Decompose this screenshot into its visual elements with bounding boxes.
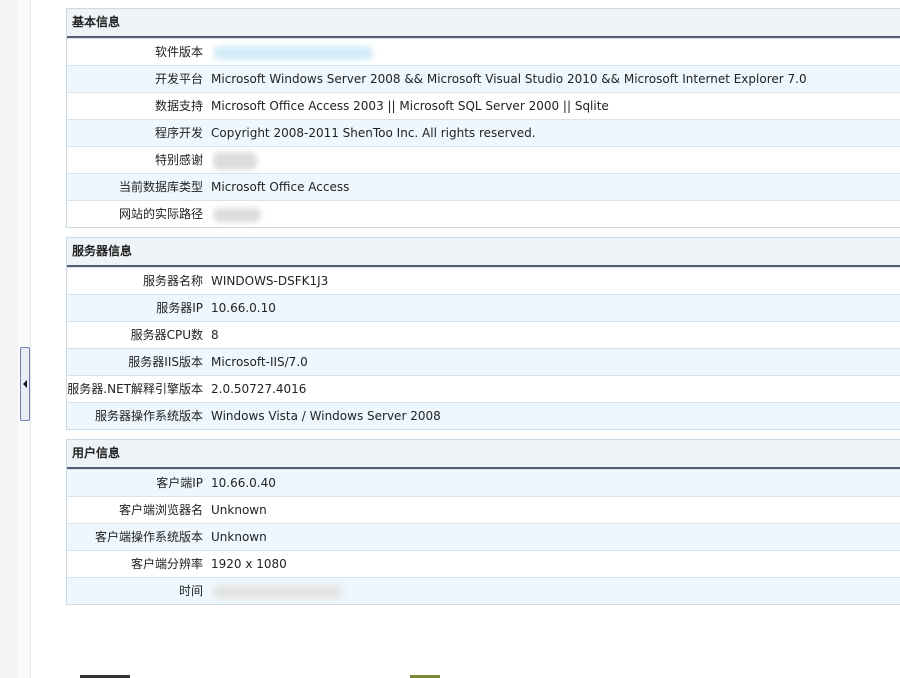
- row-label: 服务器CPU数: [130, 328, 203, 342]
- row-value: 10.66.0.40: [211, 476, 276, 490]
- section-title: 基本信息: [67, 9, 900, 38]
- table-row: 特别感谢: [67, 146, 900, 173]
- row-value: [211, 201, 900, 227]
- table-row: 服务器IP 10.66.0.10: [67, 294, 900, 321]
- section-title: 服务器信息: [67, 238, 900, 267]
- table-row: 网站的实际路径: [67, 200, 900, 227]
- row-value: 8: [211, 328, 219, 342]
- sidebar-collapse-handle[interactable]: [20, 347, 30, 421]
- row-label: 服务器名称: [142, 274, 203, 288]
- row-label: 软件版本: [154, 45, 203, 59]
- table-row: 客户端IP 10.66.0.40: [67, 469, 900, 496]
- table-row: 服务器IIS版本 Microsoft-IIS/7.0: [67, 348, 900, 375]
- row-value: Unknown: [211, 503, 267, 517]
- row-label: 服务器IP: [156, 301, 203, 315]
- info-content: 基本信息 软件版本 开发平台 Microsoft Windows Server …: [66, 8, 900, 614]
- table-row: 数据支持 Microsoft Office Access 2003 || Mic…: [67, 92, 900, 119]
- table-row: 程序开发 Copyright 2008-2011 ShenToo Inc. Al…: [67, 119, 900, 146]
- section-user-info: 用户信息 客户端IP 10.66.0.40 客户端浏览器名 Unknown 客户…: [66, 439, 900, 605]
- section-title: 用户信息: [67, 440, 900, 469]
- redacted-blur: [213, 584, 343, 599]
- table-row: 服务器.NET解释引擎版本 2.0.50727.4016: [67, 375, 900, 402]
- left-panel-strip: [0, 0, 19, 678]
- row-value: Copyright 2008-2011 ShenToo Inc. All rig…: [211, 126, 536, 140]
- row-value: Microsoft Office Access 2003 || Microsof…: [211, 99, 609, 113]
- row-value: Microsoft Office Access: [211, 180, 350, 194]
- row-label: 服务器操作系统版本: [94, 409, 203, 423]
- section-server-info: 服务器信息 服务器名称 WINDOWS-DSFK1J3 服务器IP 10.66.…: [66, 237, 900, 430]
- row-value: [211, 147, 900, 173]
- redacted-blur: [213, 207, 261, 222]
- row-value: Unknown: [211, 530, 267, 544]
- chevron-left-icon: [23, 380, 27, 388]
- row-value: Windows Vista / Windows Server 2008: [211, 409, 441, 423]
- row-label: 时间: [178, 584, 203, 598]
- redacted-blur: [213, 45, 373, 60]
- row-label: 客户端浏览器名: [118, 503, 203, 517]
- row-label: 客户端分辨率: [130, 557, 203, 571]
- row-label: 开发平台: [154, 72, 203, 86]
- table-row: 服务器CPU数 8: [67, 321, 900, 348]
- table-row: 软件版本: [67, 38, 900, 65]
- row-value: 2.0.50727.4016: [211, 382, 307, 396]
- row-value: [211, 39, 900, 65]
- row-value: 1920 x 1080: [211, 557, 287, 571]
- table-row: 客户端操作系统版本 Unknown: [67, 523, 900, 550]
- table-row: 服务器名称 WINDOWS-DSFK1J3: [67, 267, 900, 294]
- row-label: 网站的实际路径: [118, 207, 203, 221]
- row-label: 程序开发: [154, 126, 203, 140]
- row-label: 服务器.NET解释引擎版本: [67, 382, 203, 396]
- row-label: 服务器IIS版本: [128, 355, 203, 369]
- row-value: [211, 578, 900, 604]
- row-label: 特别感谢: [154, 153, 203, 167]
- table-row: 客户端分辨率 1920 x 1080: [67, 550, 900, 577]
- redacted-blur: [213, 151, 257, 170]
- table-row: 开发平台 Microsoft Windows Server 2008 && Mi…: [67, 65, 900, 92]
- row-label: 当前数据库类型: [118, 180, 203, 194]
- row-label: 客户端操作系统版本: [94, 530, 203, 544]
- row-value: 10.66.0.10: [211, 301, 276, 315]
- table-row: 时间: [67, 577, 900, 604]
- row-label: 数据支持: [154, 99, 203, 113]
- row-value: Microsoft Windows Server 2008 && Microso…: [211, 72, 807, 86]
- left-panel-gutter: [18, 0, 31, 678]
- row-value: Microsoft-IIS/7.0: [211, 355, 308, 369]
- row-label: 客户端IP: [156, 476, 203, 490]
- table-row: 客户端浏览器名 Unknown: [67, 496, 900, 523]
- section-basic-info: 基本信息 软件版本 开发平台 Microsoft Windows Server …: [66, 8, 900, 228]
- table-row: 服务器操作系统版本 Windows Vista / Windows Server…: [67, 402, 900, 429]
- row-value: WINDOWS-DSFK1J3: [211, 274, 329, 288]
- table-row: 当前数据库类型 Microsoft Office Access: [67, 173, 900, 200]
